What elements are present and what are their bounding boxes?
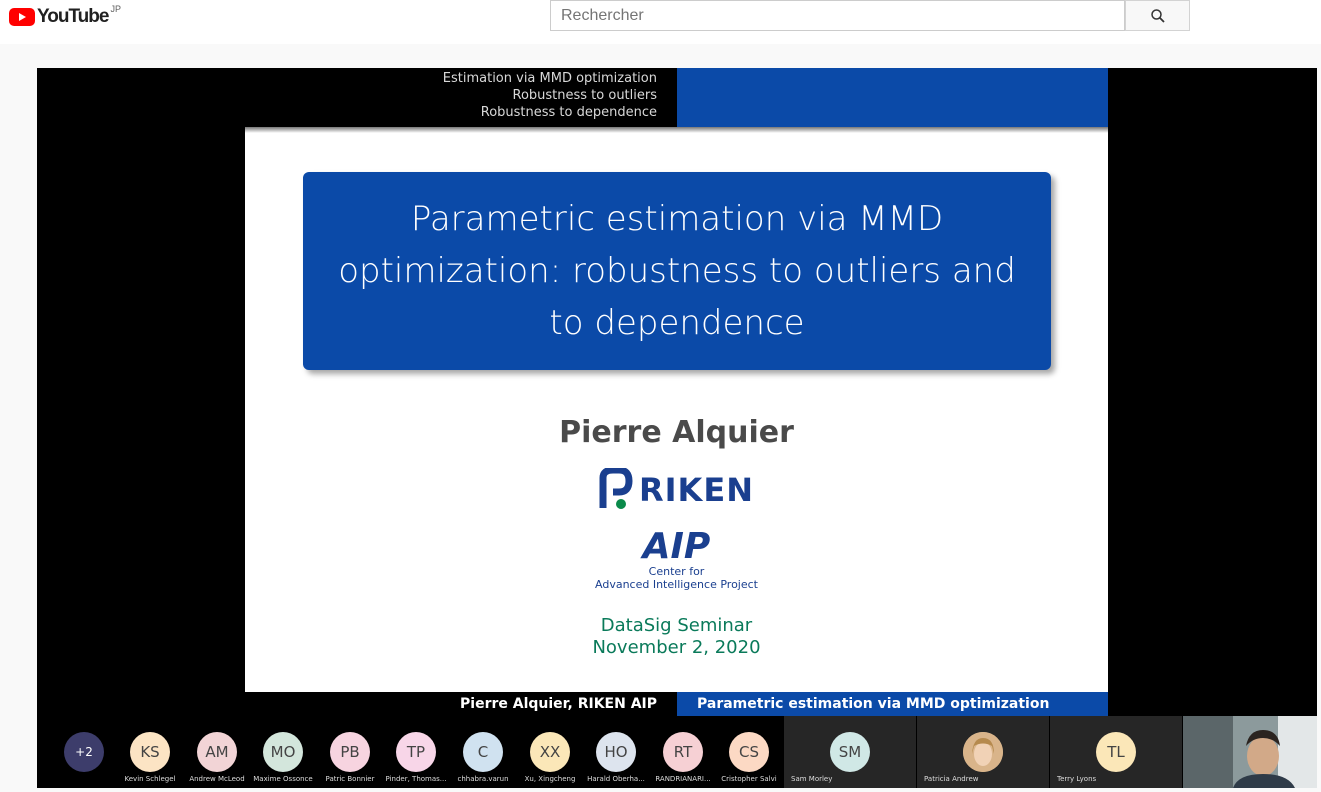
speaker-video-icon [1183,716,1317,788]
participant-tile[interactable]: Patricia Andrew [917,716,1049,788]
participant-tile[interactable]: KS Kevin Schlegel [125,716,175,788]
slide-footer-right: Parametric estimation via MMD optimizati… [677,692,1108,716]
participant-tile[interactable]: TP Pinder, Thomas... [386,716,446,788]
slide-title-box: Parametric estimation via MMD optimizati… [303,172,1051,370]
participant-tile[interactable]: C chhabra.varun [457,716,509,788]
participant-tile[interactable]: CS Cristopher Salvi [721,716,777,788]
logo-text: YouTube [37,6,109,27]
participant-avatar: TL [1096,732,1136,772]
seminar-name: DataSig Seminar [600,615,753,636]
participants-strip: +2 KS Kevin Schlegel AM Andrew McLeod MO… [37,716,1317,788]
more-participants-badge[interactable]: +2 [64,732,104,772]
slide-footer-left: Pierre Alquier, RIKEN AIP [245,692,677,716]
participant-avatar: MO [263,732,303,772]
participant-avatar: TP [396,732,436,772]
video-player[interactable]: Estimation via MMD optimization Robustne… [37,68,1317,788]
slide-nav-item: Estimation via MMD optimization [442,71,657,86]
participant-photo-avatar [963,732,1003,772]
riken-logo: RIKEN [599,468,754,512]
participant-name: Sam Morley [791,775,833,783]
seminar-info: DataSig Seminar November 2, 2020 [245,615,1108,659]
slide-nav-blue-bar [677,68,1108,127]
top-bar: YouTube JP [0,0,1321,44]
participant-name: Patricia Andrew [924,775,979,783]
participant-tile[interactable]: TL Terry Lyons [1050,716,1182,788]
speaker-video-tile[interactable] [1183,716,1317,788]
participant-avatar: PB [330,732,370,772]
youtube-play-icon [9,8,35,26]
aip-subtitle-line2: Advanced Intelligence Project [595,578,758,591]
search-button[interactable] [1125,0,1190,31]
aip-logo-text: AIP [642,526,711,567]
riken-logo-text: RIKEN [639,471,754,509]
seminar-date: November 2, 2020 [592,637,761,658]
participant-tile[interactable]: MO Maxime Ossonce [253,716,313,788]
participant-avatar: XX [530,732,570,772]
slide-top-shadow [245,127,1108,133]
participant-avatar: SM [830,732,870,772]
participant-avatar: AM [197,732,237,772]
aip-subtitle-line1: Center for [648,565,705,578]
slide-author: Pierre Alquier [559,415,794,450]
person-photo-icon [963,732,1003,772]
footer-author: Pierre Alquier, RIKEN AIP [460,696,657,712]
riken-mark-icon [599,468,633,509]
participant-tile[interactable]: SM Sam Morley [784,716,916,788]
participant-tile[interactable]: AM Andrew McLeod [189,716,245,788]
participant-avatar: RT [663,732,703,772]
search-icon [1150,8,1165,23]
participant-tile[interactable]: HO Harald Oberha... [587,716,645,788]
aip-logo: AIP Center for Advanced Intelligence Pro… [245,526,1108,592]
participant-avatar: C [463,732,503,772]
participant-tile[interactable]: XX Xu, Xingcheng [525,716,575,788]
slide-nav-bar: Estimation via MMD optimization Robustne… [245,68,677,127]
region-label: JP [110,4,121,14]
slide-nav-item: Robustness to outliers [512,88,658,103]
slide: Parametric estimation via MMD optimizati… [245,127,1108,692]
participant-tile[interactable]: RT RANDRIANARI... [655,716,711,788]
participant-avatar: KS [130,732,170,772]
footer-title: Parametric estimation via MMD optimizati… [697,696,1050,712]
participant-avatar: HO [596,732,636,772]
participant-tile[interactable]: PB Patric Bonnier [326,716,374,788]
slide-nav-item: Robustness to dependence [480,105,657,120]
participant-name: Cristopher Salvi [721,775,777,783]
slide-title: Parametric estimation via MMD optimizati… [338,199,1016,343]
participant-name: Terry Lyons [1057,775,1097,783]
youtube-logo[interactable]: YouTube JP [9,4,121,28]
participant-avatar: CS [729,732,769,772]
search-input[interactable] [550,0,1125,31]
